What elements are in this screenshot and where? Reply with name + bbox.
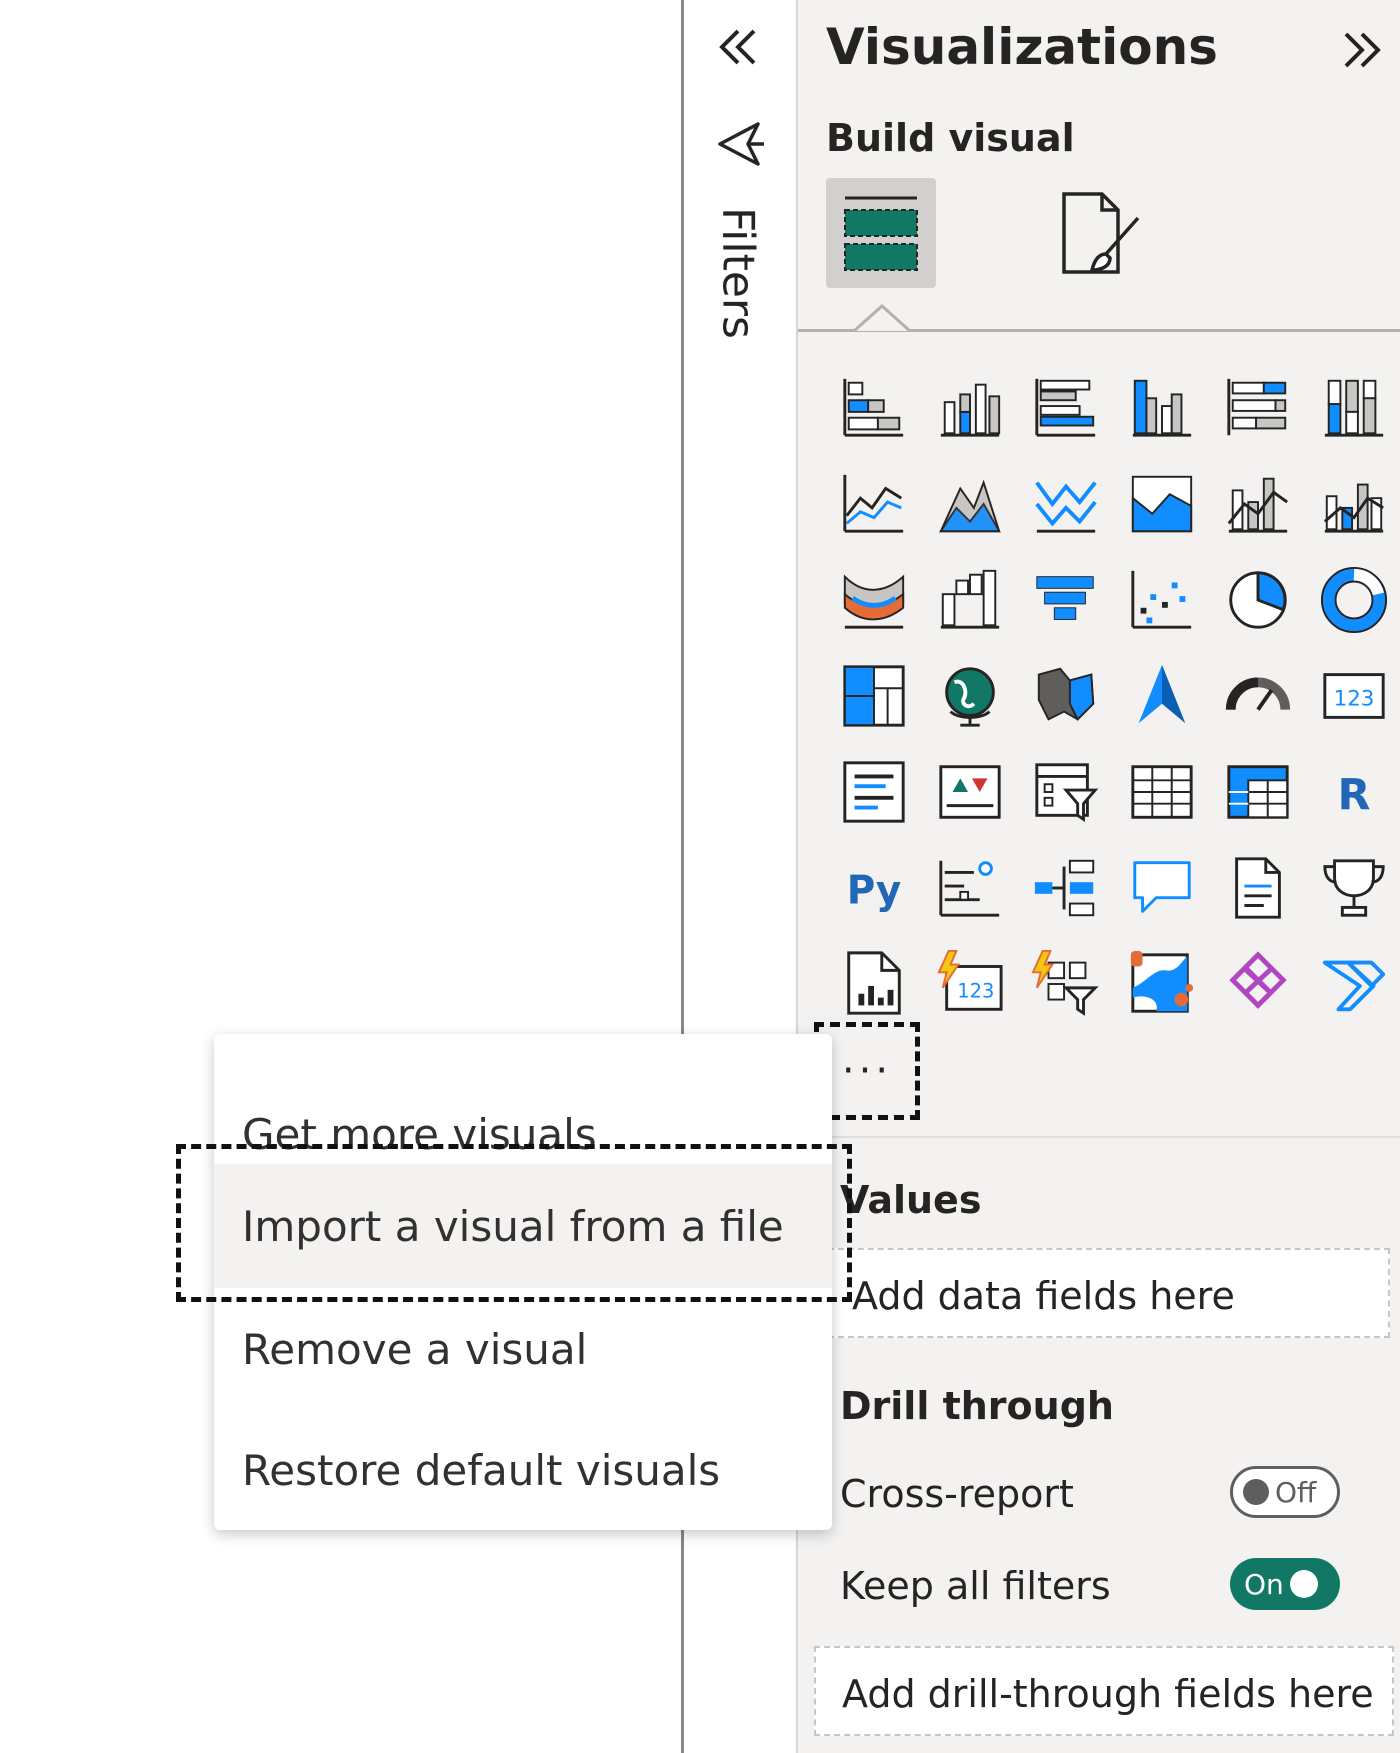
gauge-icon[interactable] <box>1210 648 1306 744</box>
area-chart-icon[interactable] <box>922 456 1018 552</box>
active-tab-pointer <box>854 304 910 332</box>
line-and-stacked-column-chart-icon[interactable] <box>1210 456 1306 552</box>
cross-report-toggle[interactable]: Off <box>1230 1466 1340 1518</box>
stacked-bar-chart-icon[interactable] <box>826 360 922 456</box>
keep-all-filters-toggle[interactable]: On <box>1230 1558 1340 1610</box>
svg-text:123: 123 <box>957 980 994 1003</box>
drill-through-drop-zone[interactable]: Add drill-through fields here <box>814 1646 1394 1736</box>
waterfall-chart-icon[interactable] <box>922 552 1018 648</box>
stacked-area-chart-icon[interactable] <box>1018 456 1114 552</box>
pie-chart-icon[interactable] <box>1210 552 1306 648</box>
clustered-column-chart-icon[interactable] <box>1114 360 1210 456</box>
stacked-column-chart-icon[interactable] <box>922 360 1018 456</box>
table-icon[interactable] <box>1114 744 1210 840</box>
funnel-chart-icon[interactable] <box>1018 552 1114 648</box>
qa-icon[interactable] <box>1114 840 1210 936</box>
filters-label[interactable]: Filters <box>698 198 778 348</box>
key-influencers-icon[interactable] <box>922 840 1018 936</box>
metrics-icon[interactable] <box>1306 840 1400 936</box>
slicer-icon[interactable] <box>1018 744 1114 840</box>
kpi-icon[interactable] <box>922 744 1018 840</box>
keep-all-filters-label: Keep all filters <box>840 1564 1111 1608</box>
100-percent-stacked-bar-chart-icon[interactable] <box>1210 360 1306 456</box>
toggle-knob <box>1289 1570 1318 1598</box>
visualizations-title: Visualizations <box>826 18 1218 76</box>
azure-map-icon[interactable] <box>1114 648 1210 744</box>
decomposition-tree-icon[interactable] <box>1018 840 1114 936</box>
card-icon[interactable]: 123 <box>1306 648 1400 744</box>
filter-funnel-icon <box>714 118 766 170</box>
multi-row-card-icon[interactable] <box>826 744 922 840</box>
fields-well-icon <box>844 196 918 271</box>
matrix-icon[interactable] <box>1210 744 1306 840</box>
build-visual-tab[interactable] <box>826 178 936 288</box>
map-icon[interactable] <box>922 648 1018 744</box>
ribbon-chart-icon[interactable] <box>826 552 922 648</box>
scatter-chart-icon[interactable] <box>1114 552 1210 648</box>
treemap-icon[interactable] <box>826 648 922 744</box>
menu-item-remove-visual[interactable]: Remove a visual <box>214 1288 832 1410</box>
filled-map-icon[interactable] <box>1018 648 1114 744</box>
donut-chart-icon[interactable] <box>1306 552 1400 648</box>
100-percent-stacked-column-chart-icon[interactable] <box>1306 360 1400 456</box>
visualizations-pane: Visualizations Build visual 123 R Py 123 ··… <box>798 0 1400 1753</box>
toggle-state-label: Off <box>1275 1475 1317 1509</box>
paginated-report-icon[interactable] <box>826 936 922 1032</box>
menu-item-restore-default-visuals[interactable]: Restore default visuals <box>214 1410 832 1530</box>
line-and-clustered-column-chart-icon[interactable] <box>1306 456 1400 552</box>
expand-filters-icon[interactable] <box>710 18 766 76</box>
toggle-state-label: On <box>1244 1567 1284 1601</box>
r-script-visual-icon[interactable]: R <box>1306 744 1400 840</box>
100-percent-stacked-area-chart-icon[interactable] <box>1114 456 1210 552</box>
format-visual-tab[interactable] <box>1054 188 1146 280</box>
line-chart-icon[interactable] <box>826 456 922 552</box>
svg-text:123: 123 <box>1334 687 1375 712</box>
toggle-knob <box>1243 1479 1269 1505</box>
drill-through-label: Drill through <box>840 1384 1114 1428</box>
build-visual-label: Build visual <box>826 116 1075 160</box>
drill-through-placeholder: Add drill-through fields here <box>842 1672 1374 1716</box>
values-placeholder: Add data fields here <box>852 1274 1235 1318</box>
narrative-icon[interactable] <box>1210 840 1306 936</box>
power-apps-slicer-icon[interactable] <box>1018 936 1114 1032</box>
clustered-bar-chart-icon[interactable] <box>1018 360 1114 456</box>
power-apps-card-icon[interactable]: 123 <box>922 936 1018 1032</box>
collapse-visualizations-icon[interactable] <box>1336 22 1388 78</box>
power-automate-icon[interactable] <box>1306 936 1400 1032</box>
values-label: Values <box>840 1178 982 1222</box>
format-paintbrush-icon <box>1062 192 1140 274</box>
svg-text:R: R <box>1338 771 1371 821</box>
visual-icons-grid: 123 R Py 123 <box>826 360 1392 1032</box>
python-visual-icon[interactable]: Py <box>826 840 922 936</box>
more-options-label: ··· <box>841 1048 893 1094</box>
highlight-callout-box <box>176 1144 852 1302</box>
values-drop-zone[interactable]: Add data fields here <box>828 1248 1390 1338</box>
wells-divider <box>798 1136 1400 1138</box>
cross-report-label: Cross-report <box>840 1472 1074 1516</box>
arcgis-map-icon[interactable] <box>1114 936 1210 1032</box>
svg-text:Py: Py <box>847 869 902 914</box>
power-apps-icon[interactable] <box>1210 936 1306 1032</box>
